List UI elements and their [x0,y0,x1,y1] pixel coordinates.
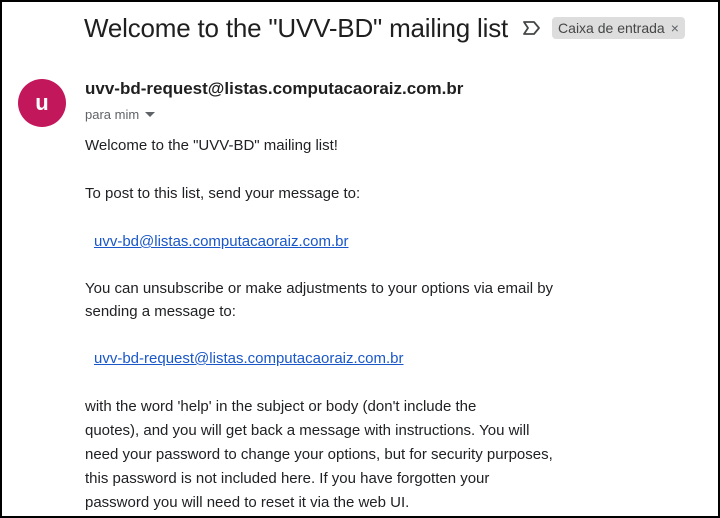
body-line: Welcome to the "UVV-BD" mailing list! [85,137,338,154]
email-view: Welcome to the "UVV-BD" mailing list Cai… [0,0,720,518]
body-line: sending a message to: [85,303,236,320]
body-line: with the word 'help' in the subject or b… [85,398,477,415]
inbox-label-text: Caixa de entrada [558,20,665,36]
email-subject: Welcome to the "UVV-BD" mailing list [84,12,509,43]
sender-avatar[interactable]: u [18,79,66,127]
body-line: password you will need to reset it via t… [85,494,410,511]
body-line: quotes), and you will get back a message… [85,422,530,439]
subject-row: Welcome to the "UVV-BD" mailing list Cai… [84,10,685,46]
sender-address[interactable]: uvv-bd-request@listas.computacaoraiz.com… [85,79,463,99]
body-line: To post to this list, send your message … [85,185,361,202]
label-important-outline-icon[interactable] [522,20,542,36]
chevron-down-icon[interactable] [145,112,156,117]
post-address-link[interactable]: uvv-bd@listas.computacaoraiz.com.br [94,230,349,254]
request-address-link[interactable]: uvv-bd-request@listas.computacaoraiz.com… [94,347,404,371]
recipient-row[interactable]: para mim [85,107,156,122]
body-line: this password is not included here. If y… [85,470,490,487]
body-line: need your password to change your option… [85,446,553,463]
inbox-label-chip[interactable]: Caixa de entrada × [552,17,685,39]
recipient-text: para mim [85,107,140,122]
remove-label-icon[interactable]: × [671,20,679,36]
body-line: You can unsubscribe or make adjustments … [85,280,554,297]
